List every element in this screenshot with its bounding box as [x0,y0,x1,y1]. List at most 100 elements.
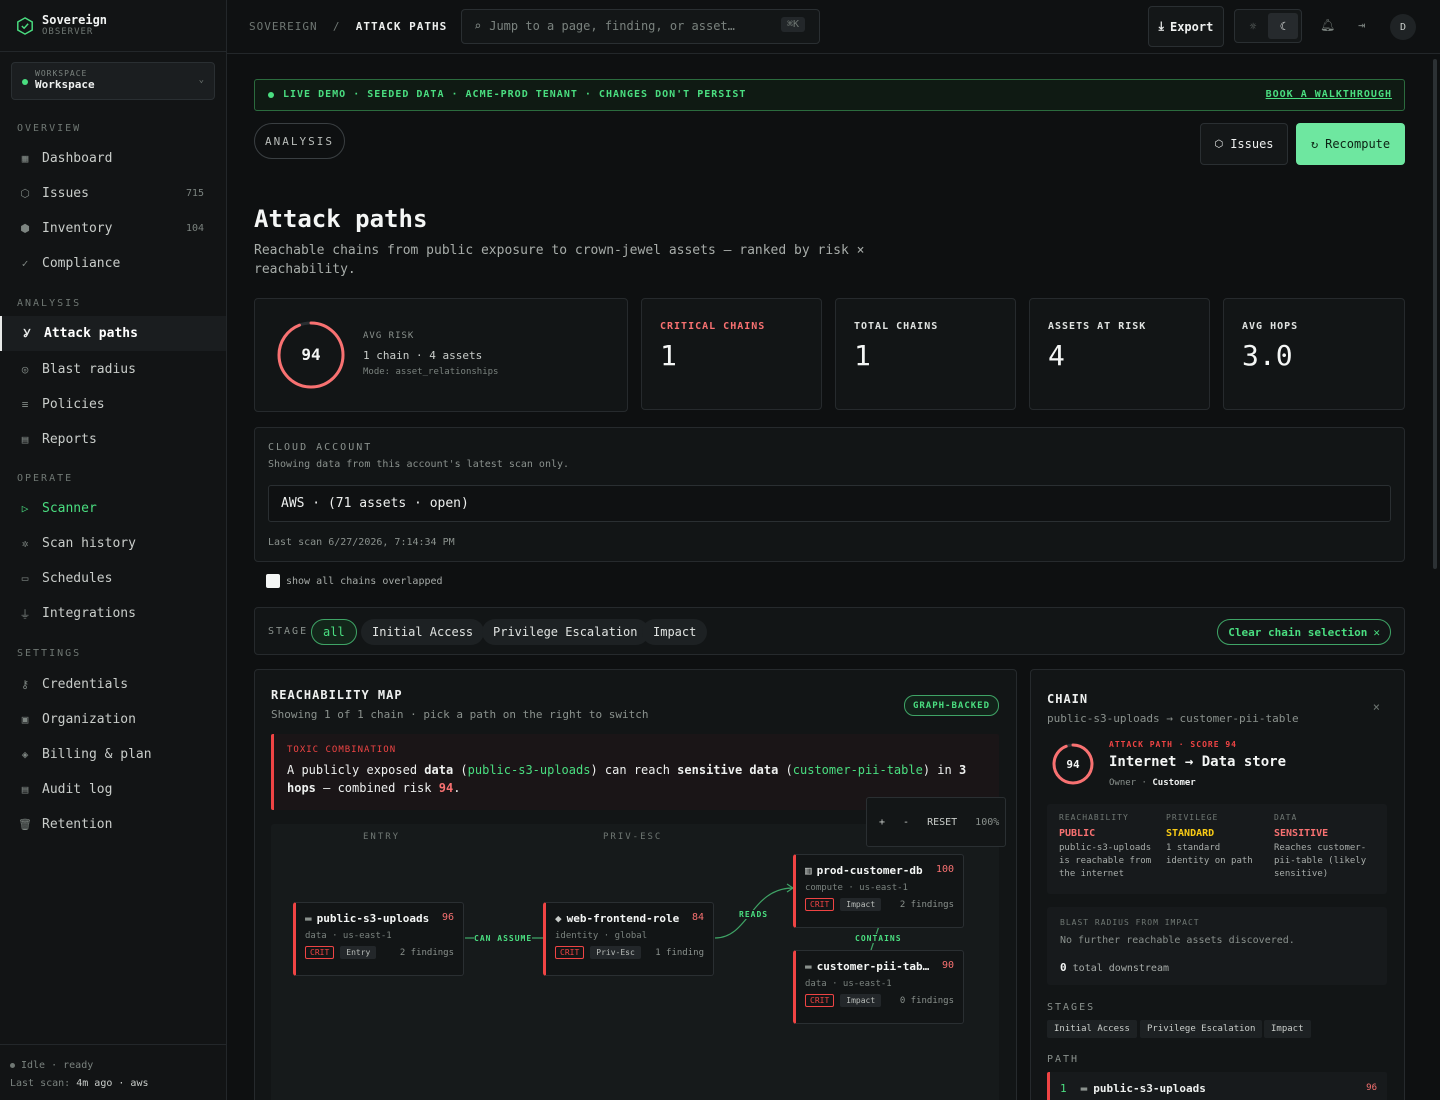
sidebar-item-label: Dashboard [42,151,113,166]
calendar-icon: ▭ [21,572,29,585]
stage-chip-all[interactable]: all [311,619,357,645]
sidebar-item-integrations[interactable]: ⏚ Integrations [0,596,226,631]
graph-node-web-frontend-role[interactable]: ◆ web-frontend-role 84 identity · global C… [543,902,714,976]
reachability-graph[interactable]: + - RESET 100% ENTRY PRIV-ESC CAN ASSUME… [271,797,1006,1100]
breadcrumb-current: ATTACK PATHS [355,20,448,33]
stat-critical-chains: CRITICAL CHAINS 1 [641,298,822,410]
sidebar-item-policies[interactable]: ≡ Policies [0,387,226,422]
sidebar-item-retention[interactable]: 🗑 Retention [0,807,226,842]
cloud-account-select[interactable]: AWS · (71 assets · open) [268,485,1391,522]
brand[interactable]: Sovereign OBSERVER [0,0,226,52]
stat-avg-hops: AVG HOPS 3.0 [1223,298,1405,410]
sidebar-item-label: Schedules [42,571,113,586]
bucket-icon: ▬ [305,912,312,925]
path-row[interactable]: 1 ▬ public-s3-uploads 96 [1047,1072,1387,1100]
trash-icon: 🗑 [18,818,32,831]
clear-chain-selection-button[interactable]: Clear chain selection ✕ [1217,619,1391,645]
sidebar-item-label: Organization [42,712,136,727]
sidebar-item-compliance[interactable]: ✓ Compliance [0,246,226,281]
cloud-account-subtitle: Showing data from this account's latest … [268,459,570,470]
blast-total: 0 total downstream [1060,961,1169,974]
workspace-label: WORKSPACE [35,69,88,78]
demo-banner-text: LIVE DEMO · SEEDED DATA · ACME-PROD TENA… [283,89,747,100]
sidebar-item-attack-paths[interactable]: Ỿ Attack paths [0,316,226,351]
recompute-button[interactable]: ↻ Recompute [1296,123,1405,165]
section-overview: OVERVIEW [17,123,82,134]
workspace-name: Workspace [35,78,95,91]
diamond-icon: ◆ [555,912,562,925]
sidebar-item-reports[interactable]: ▤ Reports [0,422,226,457]
sidebar-footer: Idle · ready Last scan: 4m ago · aws [0,1044,226,1100]
edge-label-reads: READS [739,910,769,919]
theme-toggle: ☼ ☾ [1234,9,1302,43]
clear-label: Clear chain selection [1228,625,1368,639]
sidebar-item-blast-radius[interactable]: ◎ Blast radius [0,352,226,387]
stat-value: 1 [854,339,871,372]
path-label: PATH [1047,1054,1080,1065]
sidebar-item-label: Policies [42,397,105,412]
sidebar-item-dashboard[interactable]: ▦ Dashboard [0,141,226,176]
stage-chip-impact[interactable]: Impact [642,619,708,645]
stat-value: 3.0 [1242,339,1293,372]
sidebar-item-schedules[interactable]: ▭ Schedules [0,561,226,596]
reachability-map-card: REACHABILITY MAP Showing 1 of 1 chain · … [254,669,1017,1100]
brand-tag: OBSERVER [42,26,94,37]
section-settings: SETTINGS [17,648,82,659]
stage-tag-initial-access: Initial Access [1047,1020,1137,1038]
sidebar-item-audit-log[interactable]: ▤ Audit log [0,772,226,807]
logout-icon[interactable]: ⇥ [1358,18,1365,32]
sidebar-item-inventory[interactable]: ⬢ Inventory 104 [0,211,226,246]
stat-value: 1 [660,339,677,372]
overlap-checkbox-label: show all chains overlapped [286,575,443,587]
search-input[interactable]: ⌕ Jump to a page, finding, or asset… ⌘K [461,9,820,44]
scrollbar[interactable] [1433,59,1437,569]
sidebar-item-billing[interactable]: ◈ Billing & plan [0,737,226,772]
edge-label-can-assume: CAN ASSUME [474,934,533,943]
sidebar-item-label: Reports [42,432,97,447]
main-content: LIVE DEMO · SEEDED DATA · ACME-PROD TENA… [227,55,1440,1100]
avatar[interactable]: D [1390,14,1416,40]
stage-chip-privilege-escalation[interactable]: Privilege Escalation [482,619,649,645]
graph-node-prod-customer-db[interactable]: ▥ prod-customer-db 100 compute · us-east-1… [793,854,964,928]
sidebar-item-issues[interactable]: ⬡ Issues 715 [0,176,226,211]
chain-path: public-s3-uploads → customer-pii-table [1047,712,1299,725]
overlap-checkbox[interactable]: show all chains overlapped [266,574,443,588]
risk-ring-value: 94 [301,345,320,364]
close-icon: ✕ [1373,625,1380,639]
sun-icon[interactable]: ☼ [1238,13,1268,39]
stage-tag: Entry [340,946,377,959]
graph-node-public-s3-uploads[interactable]: ▬ public-s3-uploads 96 data · us-east-1 CR… [293,902,464,976]
bucket-icon: ▬ [805,960,812,973]
branch-icon: Ỿ [23,327,31,340]
workspace-switcher[interactable]: WORKSPACE Workspace ⌄ [11,62,215,100]
node-meta: data · us-east-1 [805,979,892,989]
sidebar-item-organization[interactable]: ▣ Organization [0,702,226,737]
bell-icon[interactable]: 🔔︎ [1320,18,1335,32]
close-icon[interactable]: × [1373,700,1380,714]
breadcrumb-root[interactable]: SOVEREIGN [249,20,318,33]
findings-count: 2 findings [899,899,954,910]
graph-backed-badge: GRAPH-BACKED [903,695,999,716]
export-button[interactable]: ⤓ Export [1148,6,1224,47]
sidebar-item-credentials[interactable]: ⚷ Credentials [0,667,226,702]
stage-chip-initial-access[interactable]: Initial Access [361,619,485,645]
sidebar-item-scanner[interactable]: ▷ Scanner [0,491,226,526]
sidebar-item-label: Inventory [42,221,113,236]
chain-title: CHAIN [1047,692,1089,706]
blast-radius-box: BLAST RADIUS FROM IMPACT No further reac… [1047,907,1387,985]
search-shortcut: ⌘K [780,17,805,32]
cloud-account-label: CLOUD ACCOUNT [268,442,373,453]
sidebar-item-scan-history[interactable]: ✲ Scan history [0,526,226,561]
chevron-down-icon: ⌄ [198,75,204,85]
stage-tag: Impact [840,898,882,911]
graph-node-customer-pii-table[interactable]: ▬ customer-pii-tab… 90 data · us-east-1 CR… [793,950,964,1024]
moon-icon[interactable]: ☾ [1268,13,1298,39]
topbar: SOVEREIGN / ATTACK PATHS ⌕ Jump to a page… [227,0,1440,54]
chain-attributes: REACHABILITY PUBLIC public-s3-uploads is… [1047,804,1387,894]
issues-button[interactable]: ⬡ Issues [1200,123,1288,165]
checkbox-box[interactable] [266,574,280,588]
book-walkthrough-link[interactable]: BOOK A WALKTHROUGH [1266,89,1392,100]
cloud-account-card: CLOUD ACCOUNT Showing data from this acc… [254,427,1405,562]
path-asset-name: public-s3-uploads [1093,1081,1206,1095]
severity-badge: CRIT [805,898,835,911]
